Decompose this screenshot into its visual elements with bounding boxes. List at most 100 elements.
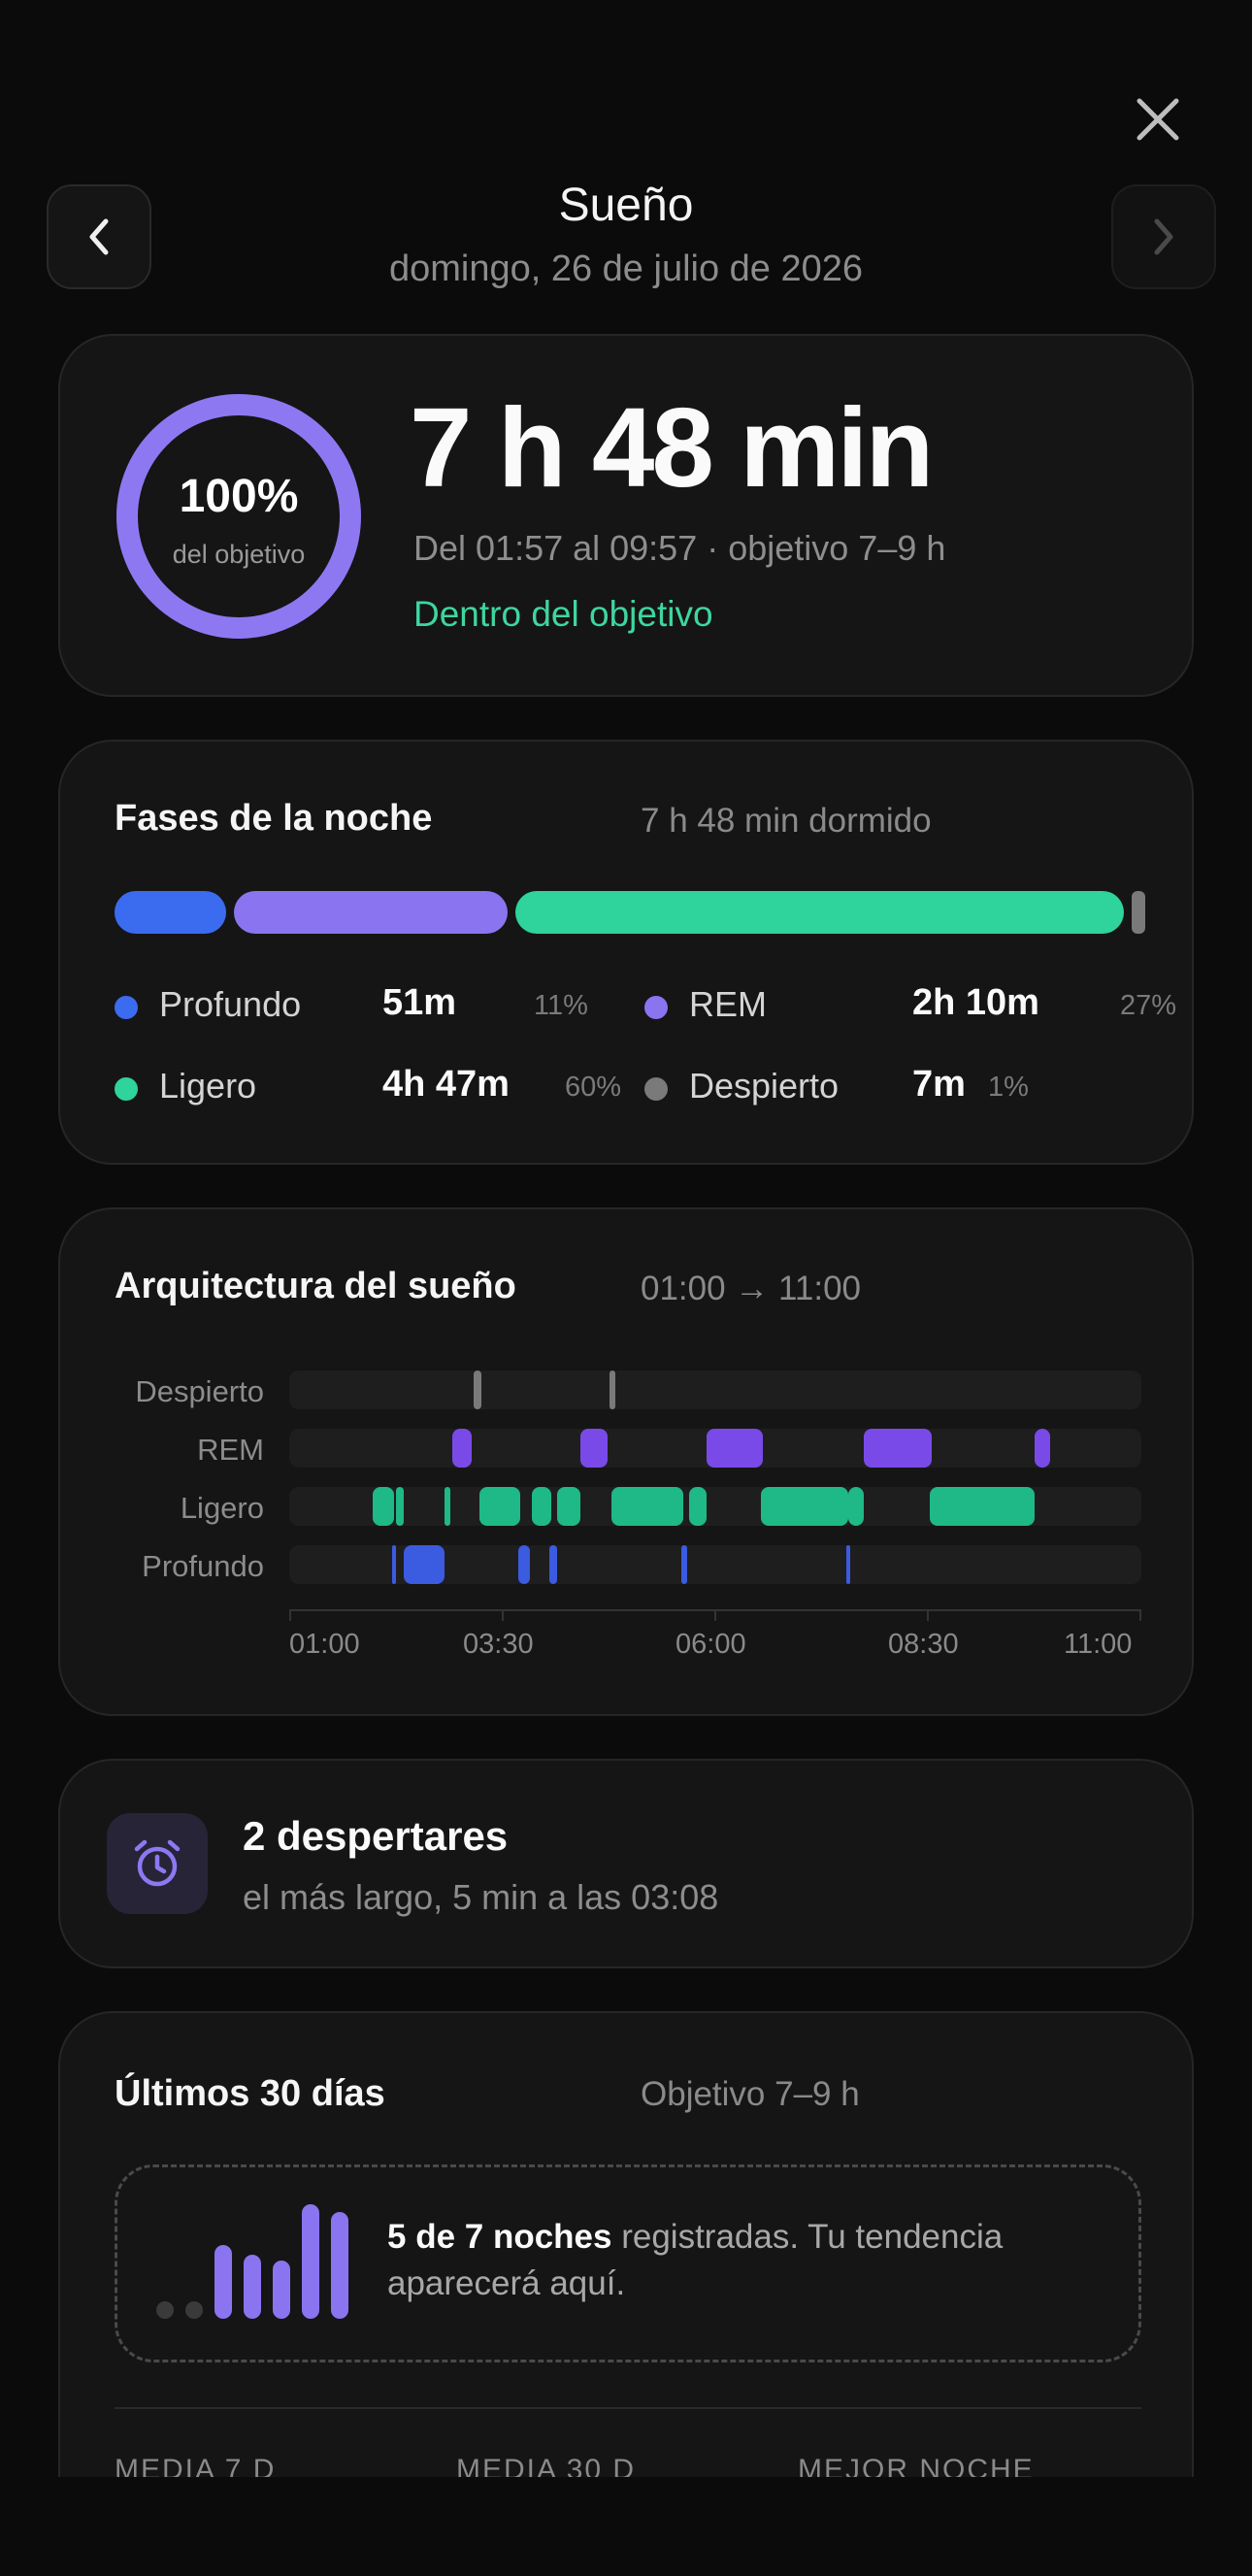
axis-label: 11:00: [1064, 1629, 1133, 1660]
nights-count: 5 de 7 noches: [387, 2218, 612, 2256]
legend-percent: 1%: [988, 1072, 1029, 1103]
alarm-clock-icon: [134, 1839, 181, 1887]
mini-bar: [302, 2204, 319, 2319]
trend-empty-message: 5 de 7 noches registradas. Tu tendencia …: [387, 2214, 1096, 2307]
light-dot: [115, 1077, 138, 1101]
rem-track: [289, 1429, 1141, 1468]
legend-value: 4h 47m: [382, 1064, 510, 1105]
rem-segment: [580, 1429, 608, 1468]
trend-empty-state: 5 de 7 noches registradas. Tu tendencia …: [115, 2164, 1141, 2362]
goal-status: Dentro del objetivo: [413, 594, 713, 634]
legend-label: Despierto: [689, 1066, 840, 1106]
stage-segment-rem: [233, 891, 508, 934]
deep-segment: [549, 1545, 557, 1584]
legend-percent: 11%: [534, 990, 588, 1021]
axis-label: 06:00: [675, 1629, 746, 1660]
row-label-awake: Despierto: [135, 1374, 264, 1408]
axis-label: 01:00: [289, 1629, 360, 1660]
sleep-duration: 7 h 48 min: [410, 384, 934, 511]
row-label-deep: Profundo: [142, 1549, 264, 1583]
awake-segment: [474, 1371, 481, 1409]
light-segment: [689, 1487, 707, 1526]
deep-segment: [518, 1545, 530, 1584]
light-segment: [396, 1487, 404, 1526]
legend-percent: 60%: [565, 1072, 622, 1103]
axis-label: 03:30: [463, 1629, 534, 1660]
rem-segment: [864, 1429, 932, 1468]
deep-segment: [404, 1545, 445, 1584]
light-segment: [445, 1487, 450, 1526]
wakeups-subtitle: el más largo, 5 min a las 03:08: [243, 1877, 719, 1917]
mini-bar: [273, 2261, 290, 2319]
deep-segment: [392, 1545, 396, 1584]
sleep-range: Del 01:57 al 09:57 · objetivo 7–9 h: [413, 528, 946, 568]
architecture-title: Arquitectura del sueño: [115, 1266, 516, 1306]
light-segment: [611, 1487, 683, 1526]
axis-label: 08:30: [888, 1629, 959, 1660]
phases-total: 7 h 48 min dormido: [641, 802, 932, 840]
axis-tick: [502, 1609, 504, 1621]
deep-track: [289, 1545, 1141, 1584]
sleep-phases-card: Fases de la noche 7 h 48 min dormido Pro…: [58, 740, 1194, 1165]
legend-value: 7m: [912, 1064, 966, 1105]
legend-percent: 27%: [1120, 990, 1177, 1021]
stage-distribution-bar: [115, 891, 1145, 934]
last30-goal: Objetivo 7–9 h: [641, 2075, 860, 2113]
mini-bar: [156, 2301, 174, 2319]
light-segment: [848, 1487, 864, 1526]
axis-tick: [714, 1609, 716, 1621]
rem-segment: [707, 1429, 763, 1468]
legend-rem: REM 2h 10m 27%: [644, 982, 1176, 1031]
deep-dot: [115, 996, 138, 1019]
wakeups-icon-box: [107, 1813, 208, 1914]
axis-tick: [927, 1609, 929, 1621]
sleep-architecture-card: Arquitectura del sueño 01:00 → 11:00 Des…: [58, 1207, 1194, 1716]
close-button[interactable]: [1126, 87, 1190, 151]
sleep-summary-card: 100% del objetivo 7 h 48 min Del 01:57 a…: [58, 334, 1194, 697]
rem-segment: [452, 1429, 472, 1468]
legend-deep: Profundo 51m 11%: [115, 982, 619, 1031]
light-segment: [557, 1487, 580, 1526]
rem-dot: [644, 996, 668, 1019]
phases-title: Fases de la noche: [115, 798, 433, 839]
stage-segment-light: [514, 891, 1124, 934]
legend-light: Ligero 4h 47m 60%: [115, 1064, 622, 1112]
last30-title: Últimos 30 días: [115, 2073, 385, 2114]
deep-segment: [681, 1545, 687, 1584]
close-icon: [1137, 98, 1179, 141]
legend-label: REM: [689, 984, 767, 1024]
row-label-rem: REM: [197, 1433, 264, 1467]
axis-tick: [1139, 1609, 1141, 1621]
axis-tick: [289, 1609, 291, 1621]
light-segment: [479, 1487, 520, 1526]
light-segment: [761, 1487, 848, 1526]
mini-bar: [244, 2255, 261, 2319]
page-title: Sueño: [558, 180, 694, 231]
legend-awake: Despierto 7m 1%: [644, 1064, 1149, 1112]
deep-segment: [846, 1545, 850, 1584]
light-segment: [930, 1487, 1035, 1526]
stage-segment-awake: [1131, 891, 1145, 934]
mini-bar: [214, 2245, 232, 2319]
awake-dot: [644, 1077, 668, 1101]
awake-segment: [610, 1371, 615, 1409]
legend-value: 51m: [382, 982, 457, 1023]
legend-label: Profundo: [159, 984, 302, 1024]
goal-percent: 100%: [179, 471, 299, 522]
rem-segment: [1035, 1429, 1050, 1468]
goal-caption: del objetivo: [172, 540, 306, 569]
light-segment: [532, 1487, 551, 1526]
architecture-range: 01:00 → 11:00: [641, 1270, 862, 1307]
bottom-fade: [0, 2477, 1252, 2576]
awake-track: [289, 1371, 1141, 1409]
divider: [115, 2407, 1141, 2409]
stage-segment-deep: [115, 891, 226, 934]
legend-value: 2h 10m: [912, 982, 1039, 1023]
wakeups-title: 2 despertares: [243, 1813, 509, 1859]
page-date: domingo, 26 de julio de 2026: [388, 248, 864, 289]
row-label-light: Ligero: [180, 1491, 264, 1525]
legend-label: Ligero: [159, 1066, 257, 1106]
wakeups-card: 2 despertares el más largo, 5 min a las …: [58, 1759, 1194, 1968]
light-segment: [373, 1487, 394, 1526]
mini-bar: [331, 2212, 348, 2319]
